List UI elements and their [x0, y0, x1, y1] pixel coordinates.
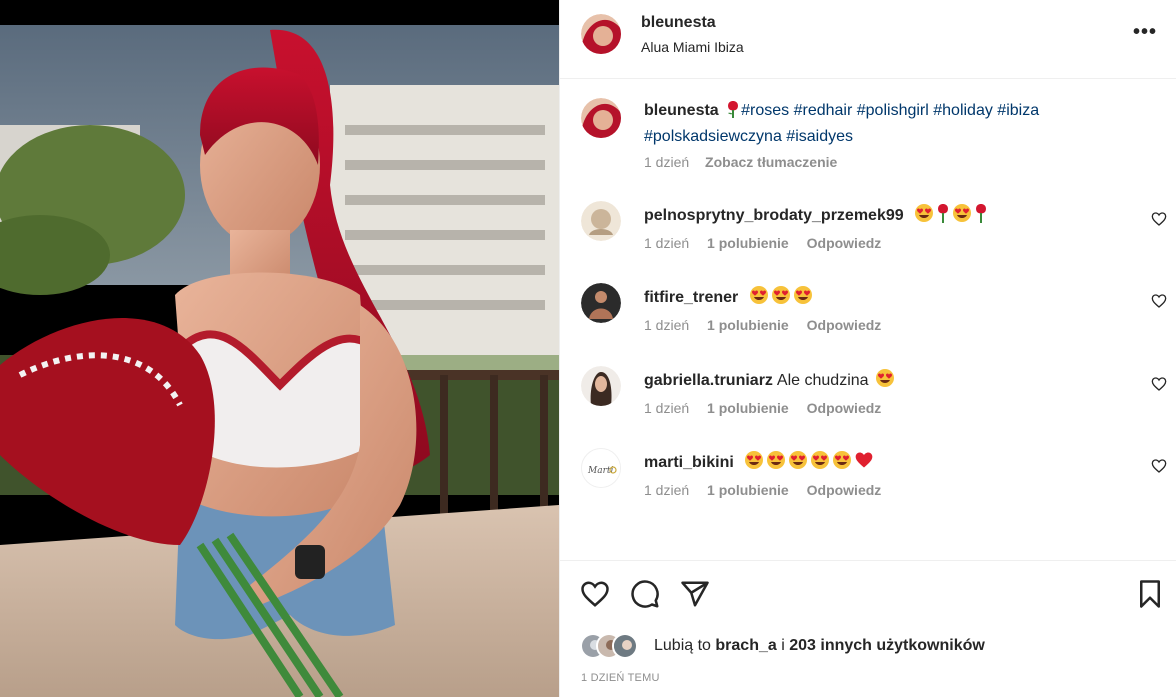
comment-body: marti_bikini — [644, 450, 874, 475]
caption-avatar[interactable] — [581, 98, 621, 138]
rose-emoji-icon — [974, 203, 988, 228]
comment-avatar[interactable] — [581, 283, 621, 323]
comment-meta: 1 dzień 1 polubienie Odpowiedz — [644, 317, 895, 333]
heart-eyes-emoji-icon — [952, 203, 972, 228]
heart-eyes-emoji-icon — [793, 285, 813, 310]
comment-username[interactable]: pelnosprytny_brodaty_przemek99 — [644, 207, 904, 224]
comment-bubble-icon[interactable] — [630, 579, 660, 609]
author-avatar[interactable] — [581, 14, 621, 54]
comment-avatar[interactable] — [581, 366, 621, 406]
translate-button[interactable]: Zobacz tłumaczenie — [705, 154, 837, 170]
comment-body: pelnosprytny_brodaty_przemek99 — [644, 203, 988, 228]
other-likers-link[interactable]: 203 innych użytkowników — [789, 637, 985, 654]
post-actions: Lubią to brach_a i 203 innych użytkownik… — [560, 560, 1176, 697]
heart-eyes-emoji-icon — [875, 368, 895, 393]
rose-emoji-icon — [725, 100, 741, 125]
comment-age: 1 dzień — [644, 400, 690, 416]
post-photo[interactable] — [0, 25, 559, 697]
post-panel: bleunesta Alua Miami Ibiza ••• bleunesta… — [559, 0, 1176, 697]
comment-item: pelnosprytny_brodaty_przemek99 1 dzień 1… — [560, 201, 1176, 271]
caption-meta: 1 dzień Zobacz tłumaczenie — [644, 154, 837, 170]
heart-eyes-emoji-icon — [771, 285, 791, 310]
heart-eyes-emoji-icon — [810, 450, 830, 475]
comment-avatar[interactable] — [581, 201, 621, 241]
reply-button[interactable]: Odpowiedz — [807, 235, 882, 251]
bookmark-icon[interactable] — [1135, 579, 1165, 609]
caption-username[interactable]: bleunesta — [644, 102, 719, 119]
heart-eyes-emoji-icon — [749, 285, 769, 310]
comment-likes-count[interactable]: 1 polubienie — [707, 400, 789, 416]
comment-likes-count[interactable]: 1 polubienie — [707, 482, 789, 498]
liker-avatar[interactable] — [612, 633, 638, 659]
comment-avatar[interactable]: Marti — [581, 448, 621, 488]
likes-prefix: Lubią to — [654, 637, 711, 654]
heart-outline-icon[interactable] — [1151, 211, 1167, 227]
first-liker-username[interactable]: brach_a — [715, 637, 776, 654]
author-username[interactable]: bleunesta — [641, 14, 716, 32]
likes-connector: i — [781, 637, 785, 654]
likes-text: Lubią to brach_a i 203 innych użytkownik… — [654, 637, 985, 655]
comment-likes-count[interactable]: 1 polubienie — [707, 235, 789, 251]
svg-text:Marti: Marti — [587, 466, 614, 476]
reply-button[interactable]: Odpowiedz — [807, 317, 882, 333]
heart-eyes-emoji-icon — [744, 450, 764, 475]
comment-username[interactable]: gabriella.truniarz — [644, 372, 773, 389]
comment-meta: 1 dzień 1 polubienie Odpowiedz — [644, 235, 895, 251]
comment-likes-count[interactable]: 1 polubienie — [707, 317, 789, 333]
post-location[interactable]: Alua Miami Ibiza — [641, 39, 744, 55]
reply-button[interactable]: Odpowiedz — [807, 482, 882, 498]
comment-meta: 1 dzień 1 polubienie Odpowiedz — [644, 400, 895, 416]
heart-eyes-emoji-icon — [832, 450, 852, 475]
comment-item: Marti marti_bikini 1 dzień 1 polubienie … — [560, 448, 1176, 518]
comment-item: fitfire_trener 1 dzień 1 polubienie Odpo… — [560, 283, 1176, 353]
rose-emoji-icon — [936, 203, 950, 228]
reply-button[interactable]: Odpowiedz — [807, 400, 882, 416]
like-heart-icon[interactable] — [580, 579, 610, 609]
heart-eyes-emoji-icon — [914, 203, 934, 228]
comment-body: gabriella.truniarz Ale chudzina — [644, 368, 895, 393]
post-header: bleunesta Alua Miami Ibiza ••• — [560, 0, 1176, 79]
comment-age: 1 dzień — [644, 317, 690, 333]
caption-text: bleunesta #roses #redhair #polishgirl #h… — [644, 99, 1124, 148]
heart-eyes-emoji-icon — [788, 450, 808, 475]
post-media — [0, 0, 559, 697]
comment-body: fitfire_trener — [644, 285, 813, 310]
comment-username[interactable]: fitfire_trener — [644, 289, 738, 306]
comment-username[interactable]: marti_bikini — [644, 454, 734, 471]
heart-outline-icon[interactable] — [1151, 458, 1167, 474]
caption-age: 1 dzień — [644, 154, 690, 170]
share-send-icon[interactable] — [680, 579, 710, 609]
heart-eyes-emoji-icon — [766, 450, 786, 475]
post-timestamp[interactable]: 1 DZIEŃ TEMU — [581, 672, 660, 684]
comment-meta: 1 dzień 1 polubienie Odpowiedz — [644, 482, 895, 498]
comment-item: gabriella.truniarz Ale chudzina 1 dzień 1… — [560, 366, 1176, 436]
comment-text: Ale chudzina — [776, 372, 869, 389]
heart-outline-icon[interactable] — [1151, 376, 1167, 392]
comment-age: 1 dzień — [644, 235, 690, 251]
comment-age: 1 dzień — [644, 482, 690, 498]
red-heart-emoji-icon — [854, 450, 874, 475]
more-options-button[interactable]: ••• — [1133, 22, 1157, 42]
heart-outline-icon[interactable] — [1151, 293, 1167, 309]
